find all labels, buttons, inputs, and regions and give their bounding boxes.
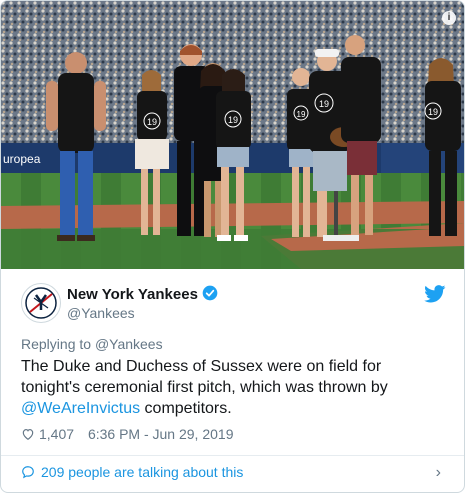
divider <box>1 455 464 456</box>
wall-banner-text: uropea <box>3 152 41 166</box>
tweet-text-main: The Duke and Duchess of Sussex were on f… <box>21 358 388 396</box>
mention-link[interactable]: @WeAreInvictus <box>21 400 140 417</box>
like-button[interactable]: 1,407 <box>21 426 78 442</box>
replying-prefix: Replying to <box>21 336 92 352</box>
chevron-right-icon: › <box>435 464 441 481</box>
account-name-text: New York Yankees <box>67 286 198 303</box>
svg-text:19: 19 <box>228 115 238 125</box>
tweet-photo[interactable]: uropea 19 19 19 19 19 i <box>1 1 464 269</box>
tweet-timestamp[interactable]: 6:36 PM - Jun 29, 2019 <box>88 426 234 442</box>
heart-icon <box>22 429 34 440</box>
avatar[interactable] <box>21 283 61 323</box>
replying-to-link[interactable]: @Yankees <box>95 336 163 352</box>
talking-count-text: 209 people are talking about this <box>41 464 244 480</box>
yankees-logo-icon <box>25 287 57 319</box>
svg-text:19: 19 <box>297 110 306 119</box>
svg-text:19: 19 <box>319 99 329 109</box>
speech-bubble-icon <box>22 466 34 479</box>
account-handle[interactable]: @Yankees <box>67 305 135 321</box>
svg-text:19: 19 <box>147 117 157 127</box>
twitter-bird-icon[interactable] <box>424 285 446 303</box>
account-name[interactable]: New York Yankees <box>67 285 218 303</box>
tweet-text-end: competitors. <box>144 400 232 417</box>
svg-text:19: 19 <box>428 107 438 117</box>
photo-scene: uropea 19 19 19 19 19 <box>1 1 464 269</box>
tweet-meta: 1,407 6:36 PM - Jun 29, 2019 <box>21 426 233 442</box>
embedded-tweet-card: uropea 19 19 19 19 19 i New York Yankees… <box>0 0 465 493</box>
tweet-header: New York Yankees @Yankees <box>21 283 446 325</box>
like-count: 1,407 <box>39 426 75 442</box>
info-icon[interactable]: i <box>442 11 456 25</box>
replying-to-line: Replying to @Yankees <box>21 336 163 352</box>
tweet-text: The Duke and Duchess of Sussex were on f… <box>21 356 441 419</box>
conversation-link[interactable]: 209 people are talking about this › <box>21 464 441 484</box>
verified-badge-icon <box>202 285 218 301</box>
